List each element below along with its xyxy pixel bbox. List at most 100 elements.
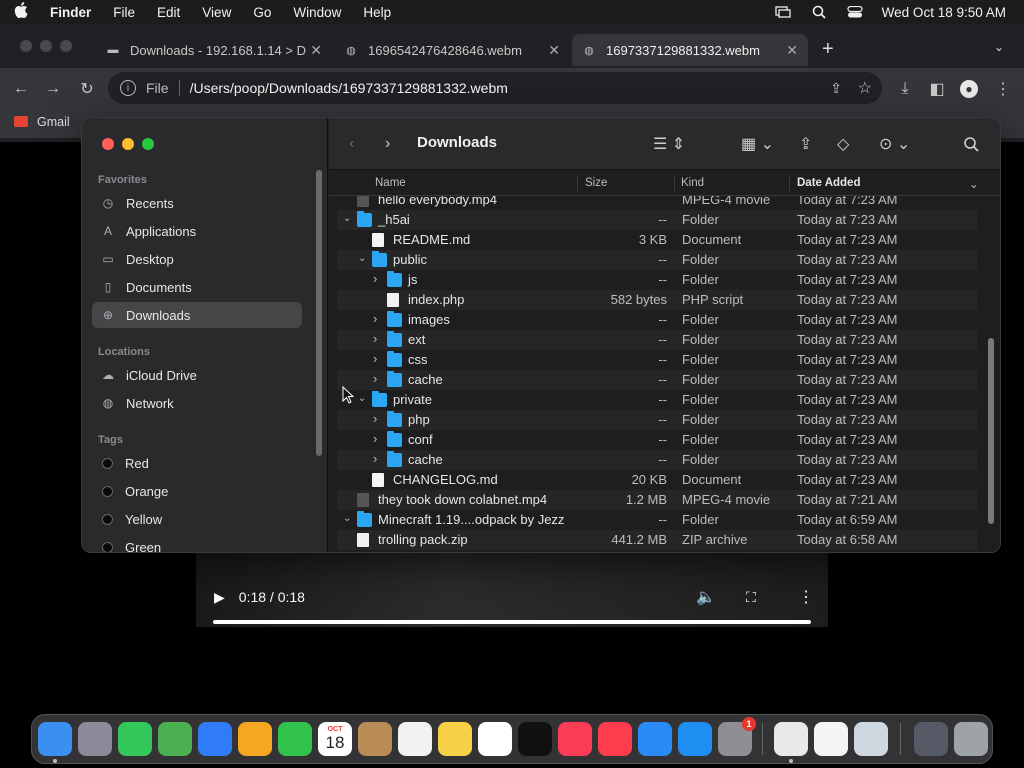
- file-row[interactable]: ⌄ public -- Folder Today at 7:23 AM: [337, 250, 977, 270]
- minimize-button[interactable]: [122, 138, 134, 150]
- list-view-icon[interactable]: ☰ ⇕: [653, 134, 685, 154]
- menu-go[interactable]: Go: [253, 5, 271, 20]
- sidebar-item-network[interactable]: ◍ Network: [92, 390, 302, 416]
- reload-icon[interactable]: ↻: [78, 80, 96, 98]
- dock-app-reminders[interactable]: [398, 722, 432, 756]
- more-options-icon[interactable]: ⋮: [798, 587, 814, 607]
- more-menu-icon[interactable]: ⋮: [994, 80, 1012, 98]
- sidebar-item-downloads[interactable]: ⊕ Downloads: [92, 302, 302, 328]
- file-row[interactable]: › php -- Folder Today at 7:23 AM: [337, 410, 977, 430]
- disclosure-open-icon[interactable]: ⌄: [358, 393, 368, 404]
- file-row[interactable]: ⌄ _h5ai -- Folder Today at 7:23 AM: [337, 210, 977, 230]
- downloads-icon[interactable]: ⤓: [896, 80, 914, 98]
- file-row[interactable]: › css -- Folder Today at 7:23 AM: [337, 350, 977, 370]
- disclosure-open-icon[interactable]: ⌄: [343, 213, 353, 224]
- forward-icon[interactable]: →: [44, 80, 62, 98]
- sidebar-item-icloud-drive[interactable]: ☁ iCloud Drive: [92, 362, 302, 388]
- menu-file[interactable]: File: [113, 5, 135, 20]
- address-url[interactable]: /Users/poop/Downloads/1697337129881332.w…: [190, 80, 508, 96]
- dock-app-chrome[interactable]: [774, 722, 808, 756]
- close-tab-icon[interactable]: ✕: [548, 42, 560, 59]
- file-row[interactable]: › ext -- Folder Today at 7:23 AM: [337, 330, 977, 350]
- browser-tab-webm-2[interactable]: ◍ 1697337129881332.webm ✕: [572, 34, 808, 66]
- dock-app-trash[interactable]: [954, 722, 988, 756]
- dock-app-finder[interactable]: [38, 722, 72, 756]
- column-kind[interactable]: Kind: [681, 177, 704, 189]
- file-row[interactable]: trolling pack.zip 441.2 MB ZIP archive Toda…: [337, 530, 977, 550]
- file-row[interactable]: ⌄ Minecraft 1.19....odpack by Jezz -- Folde…: [337, 510, 977, 530]
- site-info-icon[interactable]: i: [120, 80, 136, 96]
- column-divider[interactable]: [789, 175, 790, 191]
- menu-window[interactable]: Window: [293, 5, 341, 20]
- menu-edit[interactable]: Edit: [157, 5, 180, 20]
- close-button[interactable]: [102, 138, 114, 150]
- dock-app-photos[interactable]: [238, 722, 272, 756]
- file-row[interactable]: xampp-osx-8.0...0-installer.dmg 156.8 MB D…: [337, 550, 977, 552]
- dock-app-quicktime[interactable]: [854, 722, 888, 756]
- close-tab-icon[interactable]: ✕: [310, 42, 322, 59]
- fullscreen-icon[interactable]: ⛶: [746, 589, 756, 606]
- dock-app-contacts[interactable]: [358, 722, 392, 756]
- menubar-clock[interactable]: Wed Oct 18 9:50 AM: [882, 5, 1006, 20]
- browser-close-button[interactable]: [20, 40, 32, 52]
- column-name[interactable]: Name: [375, 177, 406, 189]
- disclosure-closed-icon[interactable]: ›: [373, 351, 383, 366]
- sidebar-item-recents[interactable]: ◷ Recents: [92, 190, 302, 216]
- disclosure-open-icon[interactable]: ⌄: [343, 513, 353, 524]
- dock-app-launchpad[interactable]: [78, 722, 112, 756]
- close-tab-icon[interactable]: ✕: [786, 42, 798, 59]
- dock-app-facetime[interactable]: [278, 722, 312, 756]
- file-row[interactable]: › js -- Folder Today at 7:23 AM: [337, 270, 977, 290]
- file-row[interactable]: README.md 3 KB Document Today at 7:23 AM: [337, 230, 977, 250]
- spotlight-search-icon[interactable]: [810, 5, 828, 19]
- dock-app-mail[interactable]: [198, 722, 232, 756]
- column-divider[interactable]: [577, 175, 578, 191]
- dock-app-window[interactable]: [914, 722, 948, 756]
- share-icon[interactable]: ⇪: [799, 134, 812, 154]
- apple-menu-icon[interactable]: [14, 2, 34, 22]
- control-center-icon[interactable]: [846, 5, 864, 19]
- sidebar-item-documents[interactable]: ▯ Documents: [92, 274, 302, 300]
- zoom-button[interactable]: [142, 138, 154, 150]
- disclosure-closed-icon[interactable]: ›: [373, 271, 383, 286]
- sidebar-tag-red[interactable]: Red: [92, 450, 302, 476]
- dock-app-notes[interactable]: [438, 722, 472, 756]
- sidebar-tag-yellow[interactable]: Yellow: [92, 506, 302, 532]
- disclosure-closed-icon[interactable]: ›: [373, 331, 383, 346]
- sort-chevron-icon[interactable]: ⌄: [969, 177, 979, 191]
- sidebar-scrollbar[interactable]: [316, 170, 322, 456]
- dock-app-system-settings[interactable]: 1: [718, 717, 756, 756]
- menu-help[interactable]: Help: [363, 5, 391, 20]
- dock-app-news[interactable]: [598, 722, 632, 756]
- search-icon[interactable]: [963, 134, 979, 154]
- disclosure-closed-icon[interactable]: ›: [373, 431, 383, 446]
- action-menu-icon[interactable]: ⊙ ⌄: [879, 134, 910, 154]
- dock-app-messages[interactable]: [118, 722, 152, 756]
- screen-mirroring-icon[interactable]: [774, 5, 792, 19]
- file-row[interactable]: CHANGELOG.md 20 KB Document Today at 7:23 A…: [337, 470, 977, 490]
- disclosure-closed-icon[interactable]: ›: [373, 411, 383, 426]
- dock-app-maps[interactable]: [158, 722, 192, 756]
- disclosure-open-icon[interactable]: ⌄: [358, 253, 368, 264]
- sidebar-item-desktop[interactable]: ▭ Desktop: [92, 246, 302, 272]
- share-icon[interactable]: ⇪: [830, 80, 842, 97]
- file-row[interactable]: › images -- Folder Today at 7:23 AM: [337, 310, 977, 330]
- disclosure-closed-icon[interactable]: ›: [373, 311, 383, 326]
- forward-chevron-icon[interactable]: ›: [385, 134, 390, 154]
- file-list-scrollbar[interactable]: [988, 338, 994, 524]
- sidebar-tag-green[interactable]: Green: [92, 534, 302, 552]
- dock-app-keynote[interactable]: [638, 722, 672, 756]
- file-row[interactable]: › cache -- Folder Today at 7:23 AM: [337, 450, 977, 470]
- back-icon[interactable]: ←: [12, 80, 30, 98]
- file-row[interactable]: › conf -- Folder Today at 7:23 AM: [337, 430, 977, 450]
- address-bar[interactable]: i File /Users/poop/Downloads/16973371298…: [108, 72, 882, 104]
- file-row[interactable]: hello everybody.mp4 MPEG-4 movie Today at …: [337, 196, 977, 210]
- tab-search-chevron-icon[interactable]: ⌄: [994, 40, 1004, 54]
- bookmark-star-icon[interactable]: ☆: [858, 78, 872, 98]
- file-row[interactable]: index.php 582 bytes PHP script Today at 7:2…: [337, 290, 977, 310]
- back-chevron-icon[interactable]: ‹: [349, 134, 354, 154]
- menu-view[interactable]: View: [202, 5, 231, 20]
- file-row[interactable]: they took down colabnet.mp4 1.2 MB MPEG-4 …: [337, 490, 977, 510]
- play-icon[interactable]: ▶: [214, 589, 225, 606]
- dock-app-app-store[interactable]: [678, 722, 712, 756]
